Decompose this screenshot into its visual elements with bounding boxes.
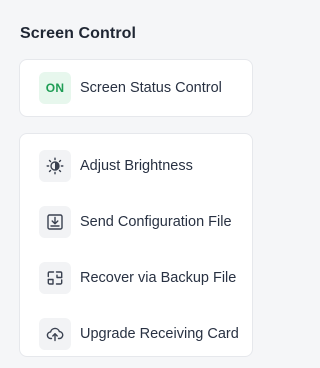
download-tray-icon xyxy=(39,206,71,238)
adjust-brightness-label: Adjust Brightness xyxy=(80,158,193,174)
cloud-upload-icon xyxy=(39,318,71,350)
adjust-brightness-item[interactable]: Adjust Brightness xyxy=(20,138,252,194)
backup-restore-icon xyxy=(39,262,71,294)
send-configuration-file-label: Send Configuration File xyxy=(80,214,232,230)
status-card: ON Screen Status Control xyxy=(19,59,253,117)
recover-via-backup-file-label: Recover via Backup File xyxy=(80,270,237,286)
upgrade-receiving-card-label: Upgrade Receiving Card xyxy=(80,326,239,342)
send-configuration-file-item[interactable]: Send Configuration File xyxy=(20,194,252,250)
upgrade-receiving-card-item[interactable]: Upgrade Receiving Card xyxy=(20,306,252,362)
brightness-icon xyxy=(39,150,71,182)
actions-card: Adjust Brightness Send Configuration Fil… xyxy=(19,133,253,357)
status-on-badge: ON xyxy=(39,72,71,104)
recover-via-backup-file-item[interactable]: Recover via Backup File xyxy=(20,250,252,306)
section-title: Screen Control xyxy=(20,25,137,42)
screen-status-control-item[interactable]: ON Screen Status Control xyxy=(20,60,252,116)
screen-status-control-label: Screen Status Control xyxy=(80,80,222,96)
screen-control-panel: Screen Control ON Screen Status Control xyxy=(0,0,266,368)
